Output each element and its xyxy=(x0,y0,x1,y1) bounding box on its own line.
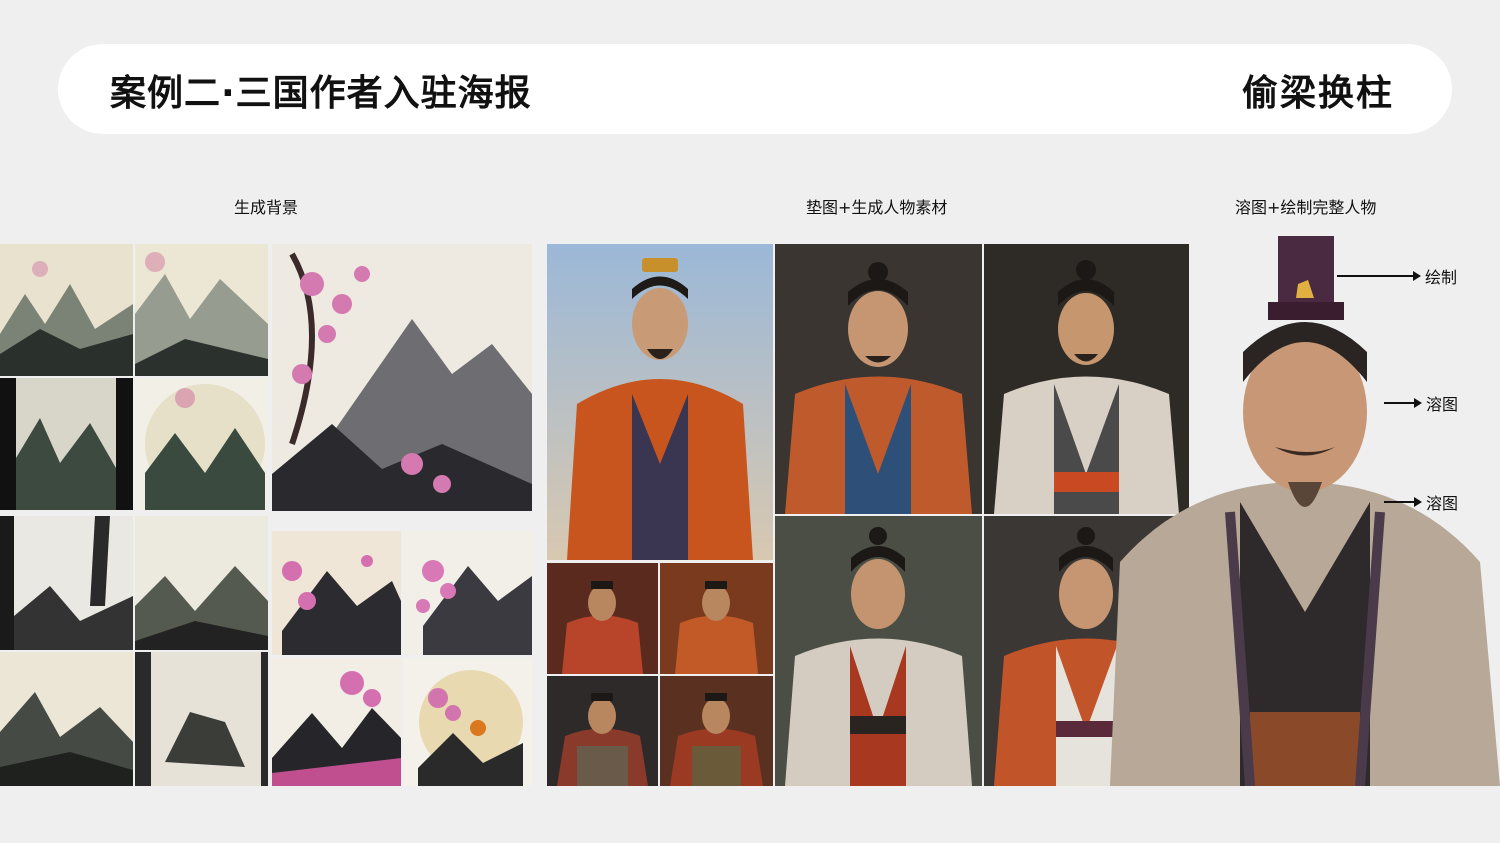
annotation-blend: 溶图 xyxy=(1384,490,1458,514)
ink-landscape-image xyxy=(135,244,268,376)
emperor-portrait-image xyxy=(547,244,773,560)
warrior-thumbnail-image xyxy=(660,676,773,786)
annotation-label: 绘制 xyxy=(1425,268,1458,287)
ink-landscape-image xyxy=(0,652,133,786)
cherry-blossom-mountain-image xyxy=(272,244,532,511)
warrior-thumbnail-image xyxy=(547,676,658,786)
arrow-icon xyxy=(1384,399,1422,407)
page-subtitle: 偷梁换柱 xyxy=(1241,73,1394,114)
general-portrait-image xyxy=(775,244,982,514)
section-label-backgrounds: 生成背景 xyxy=(234,198,299,217)
cherry-blossom-mountain-image xyxy=(403,658,532,786)
ink-landscape-image xyxy=(0,378,133,510)
annotation-label: 溶图 xyxy=(1426,494,1459,513)
section-label-materials: 垫图+生成人物素材 xyxy=(806,198,948,217)
page-title: 案例二·三国作者入驻海报 xyxy=(110,73,532,114)
cherry-blossom-mountain-image xyxy=(272,658,401,786)
ink-landscape-image xyxy=(135,652,268,786)
header-bar: 案例二·三国作者入驻海报 偷梁换柱 xyxy=(58,44,1452,134)
general-portrait-image xyxy=(775,516,982,786)
ink-landscape-image xyxy=(135,516,268,650)
ink-landscape-image xyxy=(135,378,268,510)
annotation-draw: 绘制 xyxy=(1337,264,1457,288)
cherry-blossom-mountain-image xyxy=(272,531,401,655)
ink-landscape-image xyxy=(0,516,133,650)
annotation-label: 溶图 xyxy=(1426,395,1459,414)
arrow-icon xyxy=(1337,272,1421,280)
warrior-thumbnail-image xyxy=(547,563,658,674)
annotation-blend: 溶图 xyxy=(1384,391,1458,415)
section-label-final: 溶图+绘制完整人物 xyxy=(1235,198,1377,217)
warrior-thumbnail-image xyxy=(660,563,773,674)
ink-landscape-image xyxy=(0,244,133,376)
arrow-icon xyxy=(1384,498,1422,506)
cherry-blossom-mountain-image xyxy=(403,531,532,655)
